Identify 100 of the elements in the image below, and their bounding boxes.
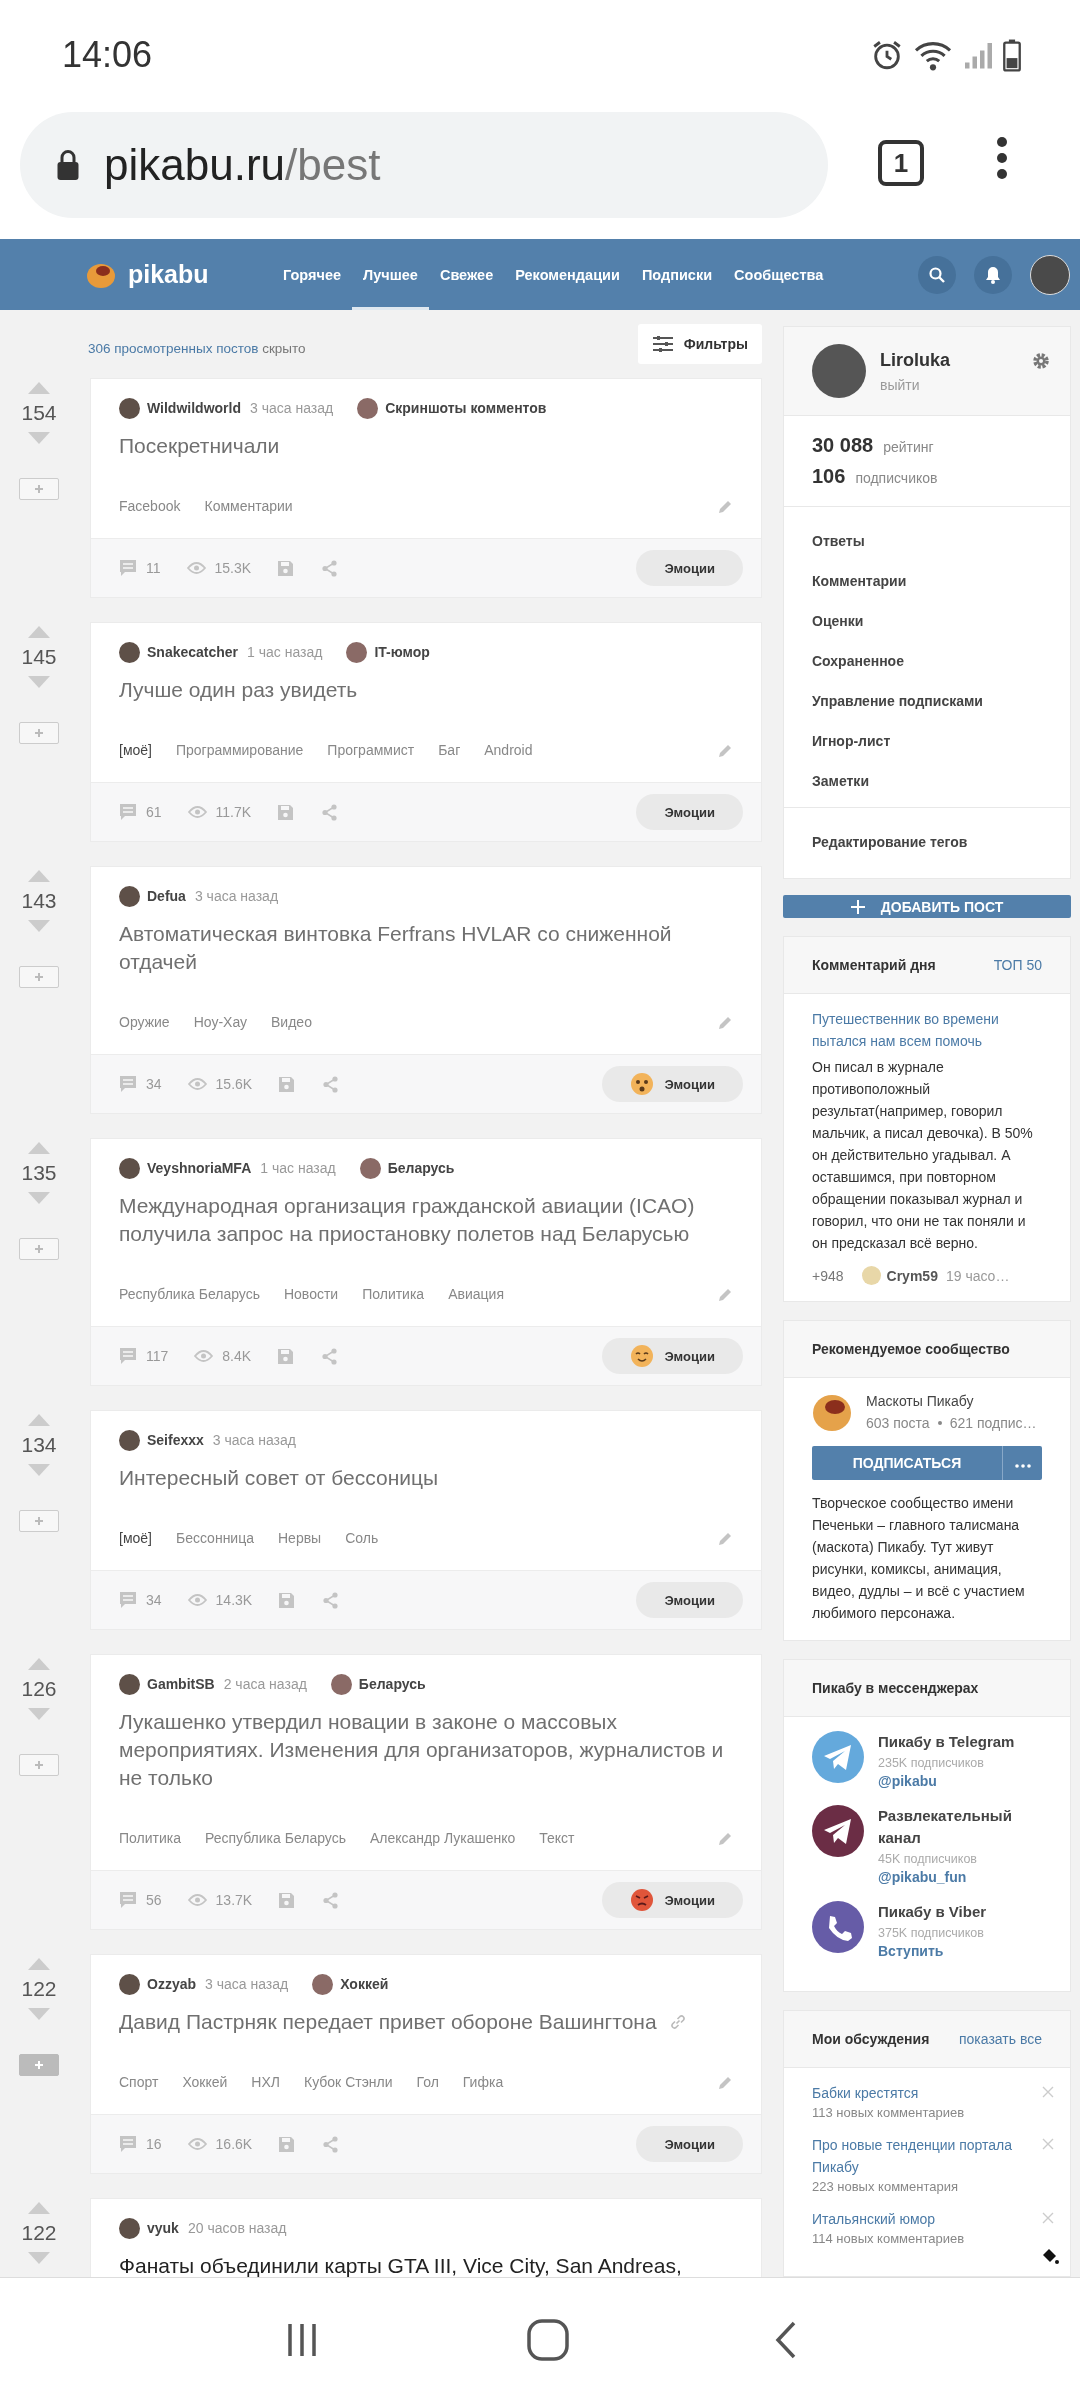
close-icon[interactable] (1042, 2086, 1054, 2098)
messenger-logo-icon[interactable] (812, 1805, 864, 1857)
notifications-button[interactable] (974, 255, 1012, 294)
share-icon[interactable] (322, 1891, 340, 1909)
community-link[interactable]: Хоккей (340, 1976, 389, 1992)
tag-link[interactable]: Гифка (462, 2074, 504, 2090)
profile-name[interactable]: Liroluka (880, 349, 950, 371)
share-icon[interactable] (322, 1075, 340, 1093)
emotions-button[interactable]: Эмоции (602, 1066, 743, 1102)
user-avatar[interactable] (1030, 254, 1070, 295)
pencil-icon[interactable] (718, 1014, 733, 1030)
profile-menu-item[interactable]: Управление подписками (812, 681, 1042, 721)
emotions-button[interactable]: Эмоции (636, 794, 743, 830)
share-icon[interactable] (321, 803, 339, 821)
tag-link[interactable]: Комментарии (204, 498, 293, 514)
add-to-list-button[interactable] (19, 2054, 59, 2076)
tag-link[interactable]: Ноу-Хау (193, 1014, 248, 1030)
tag-link[interactable]: Android (484, 742, 533, 758)
add-to-list-button[interactable] (19, 1754, 59, 1776)
nav-tab[interactable]: Свежее (428, 239, 505, 310)
upvote-button[interactable] (28, 626, 50, 638)
post-title[interactable]: Международная организация гражданской авиации (ICAO) получила запрос на приостановку полетов над Беларусью (119, 1192, 733, 1248)
profile-menu-item[interactable]: Заметки (812, 761, 1042, 801)
upvote-button[interactable] (28, 1658, 50, 1670)
upvote-button[interactable] (28, 870, 50, 882)
post-title[interactable]: Лукашенко утвердил новации в законе о массовых мероприятиях. Изменения для организаторов, журналистов и не только (119, 1708, 733, 1792)
upvote-button[interactable] (28, 382, 50, 394)
upvote-button[interactable] (28, 1958, 50, 1970)
pencil-icon[interactable] (718, 1830, 733, 1846)
downvote-button[interactable] (28, 920, 50, 932)
save-icon[interactable] (277, 1347, 295, 1365)
tag-link[interactable]: Оружие (119, 1014, 170, 1030)
messenger-link[interactable]: @pikabu_fun (878, 1869, 1042, 1885)
pencil-icon[interactable] (718, 2074, 733, 2090)
nav-tab[interactable]: Сообщества (723, 239, 835, 310)
messenger-link[interactable]: Вступить (878, 1943, 987, 1959)
nav-tab[interactable]: Подписки (630, 239, 724, 310)
address-field[interactable]: pikabu.ru/best (20, 112, 828, 218)
messenger-name[interactable]: Пикабу в Telegram (878, 1731, 1015, 1753)
discussion-link[interactable]: Бабки крестятся (812, 2082, 1032, 2104)
add-to-list-button[interactable] (19, 966, 59, 988)
messenger-name[interactable]: Развлекательный канал (878, 1805, 1042, 1849)
pencil-icon[interactable] (718, 498, 733, 514)
pencil-icon[interactable] (718, 1286, 733, 1302)
logo-text[interactable]: pikabu (128, 260, 209, 289)
tag-link[interactable]: Нервы (278, 1530, 322, 1546)
nav-tab[interactable]: Горячее (272, 239, 353, 310)
show-all-link[interactable]: показать все (959, 2031, 1042, 2047)
post-title[interactable]: Давид Пастрняк передает привет обороне Вашингтона (119, 2008, 657, 2036)
commenter-link[interactable]: Crym59 (886, 1267, 938, 1284)
emotions-button[interactable]: Эмоции (602, 1882, 743, 1918)
tag-link[interactable]: Республика Беларусь (205, 1830, 346, 1846)
discussion-link[interactable]: Про новые тенденции портала Пикабу (812, 2134, 1032, 2178)
tag-link[interactable]: Политика (362, 1286, 425, 1302)
comment-post-link[interactable]: Путешественник во времени пытался нам всем помочь (812, 1008, 1042, 1052)
top-link[interactable]: ТОП 50 (993, 957, 1042, 973)
post-title[interactable]: Фанаты объединили карты GTA III, Vice City, San Andreas, (119, 2252, 682, 2277)
save-icon[interactable] (278, 1891, 296, 1909)
home-icon[interactable] (526, 2318, 570, 2362)
tab-count-button[interactable]: 1 (878, 140, 924, 186)
post-title[interactable]: Интересный совет от бессоницы (119, 1464, 439, 1492)
author-link[interactable]: Seifexxx (147, 1432, 204, 1448)
community-link[interactable]: Беларусь (387, 1160, 455, 1176)
messenger-logo-icon[interactable] (812, 1901, 864, 1953)
tag-link[interactable]: Политика (119, 1830, 181, 1846)
tag-link[interactable]: Программист (327, 742, 415, 758)
tag-link[interactable]: Баг (438, 742, 461, 758)
tag-link[interactable]: Республика Беларусь (119, 1286, 260, 1302)
post-title[interactable]: Автоматическая винтовка Ferfrans HVLAR со сниженной отдачей (119, 920, 733, 976)
add-post-button[interactable]: ДОБАВИТЬ ПОСТ (783, 895, 1071, 918)
save-icon[interactable] (278, 1591, 296, 1609)
nav-tab[interactable]: Рекомендации (504, 239, 631, 310)
downvote-button[interactable] (28, 1192, 50, 1204)
pencil-icon[interactable] (718, 742, 733, 758)
profile-menu-item[interactable]: Ответы (812, 521, 1042, 561)
save-icon[interactable] (278, 2135, 296, 2153)
tag-link[interactable]: Кубок Стэнли (304, 2074, 393, 2090)
tag-link[interactable]: Авиация (448, 1286, 504, 1302)
back-icon[interactable] (774, 2320, 798, 2360)
pencil-icon[interactable] (718, 1530, 733, 1546)
tag-link[interactable]: Александр Лукашенко (369, 1830, 516, 1846)
emotions-button[interactable]: Эмоции (602, 1338, 743, 1374)
author-link[interactable]: VeyshnoriaMFA (147, 1160, 252, 1176)
author-link[interactable]: Ozzyab (147, 1976, 196, 1992)
add-to-list-button[interactable] (19, 1238, 59, 1260)
filters-button[interactable]: Фильтры (637, 324, 762, 364)
profile-menu-item[interactable]: Оценки (812, 601, 1042, 641)
subscribe-button[interactable]: ПОДПИСАТЬСЯ (812, 1446, 1002, 1480)
downvote-button[interactable] (28, 2008, 50, 2020)
close-icon[interactable] (1042, 2138, 1054, 2150)
save-icon[interactable] (278, 1075, 296, 1093)
profile-avatar[interactable] (812, 344, 866, 398)
close-icon[interactable] (1042, 2212, 1054, 2224)
tag-link[interactable]: Гол (416, 2074, 439, 2090)
tag-link[interactable]: [моё] (119, 1530, 152, 1546)
tag-link[interactable]: Новости (283, 1286, 339, 1302)
tag-link[interactable]: Бессонница (176, 1530, 254, 1546)
post-title[interactable]: Посекретничали (119, 432, 280, 460)
tag-link[interactable]: Видео (271, 1014, 312, 1030)
profile-menu-item[interactable]: Сохраненное (812, 641, 1042, 681)
